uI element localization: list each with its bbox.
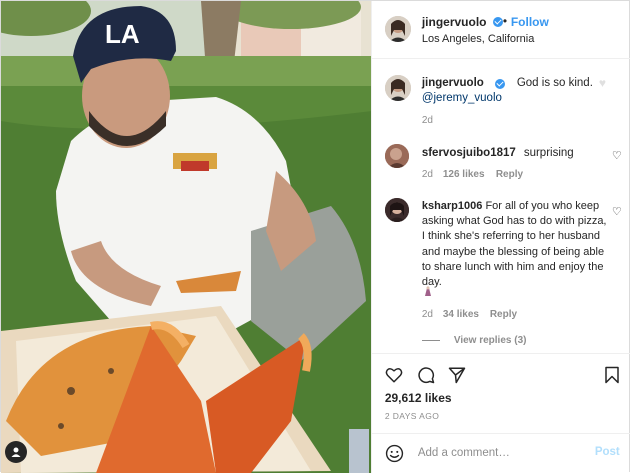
commenter-avatar[interactable]: [384, 144, 409, 168]
post-details-panel: jingervuolo • Follow Los Angeles, Califo…: [370, 1, 630, 473]
comment-text: surprising: [523, 147, 574, 159]
comment-text: For all of you who keep asking what God …: [421, 200, 607, 289]
white-heart-emoji-icon: ♥: [598, 76, 606, 90]
bookmark-icon[interactable]: [603, 366, 621, 384]
verified-badge-icon: [492, 17, 503, 27]
follow-button[interactable]: Follow: [511, 15, 549, 29]
share-icon[interactable]: [448, 366, 466, 384]
post-comment-button[interactable]: Post: [595, 446, 620, 458]
emoji-icon[interactable]: [385, 444, 404, 463]
comment-likes-count[interactable]: 34 likes: [443, 309, 479, 320]
post-photo[interactable]: LA: [1, 1, 371, 473]
view-replies-label: View replies (3): [453, 335, 527, 346]
caption-text: God is so kind.: [516, 77, 593, 89]
comment-timestamp[interactable]: 2d: [422, 309, 433, 320]
comment-body: ksharp1006 For all of you who keep askin…: [422, 199, 609, 290]
post-location[interactable]: Los Angeles, California: [422, 33, 535, 45]
author-username[interactable]: jingervuolo: [422, 15, 487, 29]
comment-like-heart-icon[interactable]: ♡: [612, 205, 622, 218]
comment-reply-button[interactable]: Reply: [496, 169, 523, 180]
person-icon: [11, 447, 21, 457]
comment-username[interactable]: ksharp1006: [422, 200, 483, 212]
tagged-users-button[interactable]: [5, 441, 27, 463]
comment-input[interactable]: [417, 444, 578, 462]
view-replies-divider: [421, 340, 440, 341]
comment-username[interactable]: sfervosjuibo1817: [422, 147, 516, 159]
view-replies-button[interactable]: View replies (3): [421, 335, 527, 346]
caption-mention-link[interactable]: @jeremy_vuolo: [422, 92, 502, 104]
svg-text:LA: LA: [105, 19, 140, 49]
header-separator: •: [502, 14, 508, 28]
post-date[interactable]: 2 DAYS AGO: [385, 411, 439, 421]
add-comment-bar: Post: [371, 433, 630, 473]
praying-emoji-icon: [424, 286, 431, 296]
heart-icon[interactable]: [385, 366, 403, 384]
commenter-avatar[interactable]: [384, 198, 409, 222]
author-avatar[interactable]: [384, 16, 411, 42]
comment-reply-button[interactable]: Reply: [490, 309, 517, 320]
comment-like-heart-icon[interactable]: ♡: [612, 149, 622, 162]
comment-timestamp[interactable]: 2d: [422, 169, 433, 180]
caption-author-avatar[interactable]: [384, 75, 411, 101]
instagram-post: LA jingervuolo • Follow Los Angeles, Cal…: [0, 0, 630, 473]
post-likes-count[interactable]: 29,612 likes: [385, 391, 452, 405]
caption-username[interactable]: jingervuolo: [422, 77, 484, 89]
photo-illustration: LA: [1, 1, 371, 473]
comment-likes-count[interactable]: 126 likes: [443, 169, 485, 180]
post-actions: 29,612 likes 2 DAYS AGO: [371, 353, 630, 433]
caption-timestamp[interactable]: 2d: [422, 115, 433, 126]
post-header: jingervuolo • Follow Los Angeles, Califo…: [371, 1, 630, 59]
comment-icon[interactable]: [417, 366, 435, 384]
caption-verified-badge-icon: [494, 79, 505, 89]
